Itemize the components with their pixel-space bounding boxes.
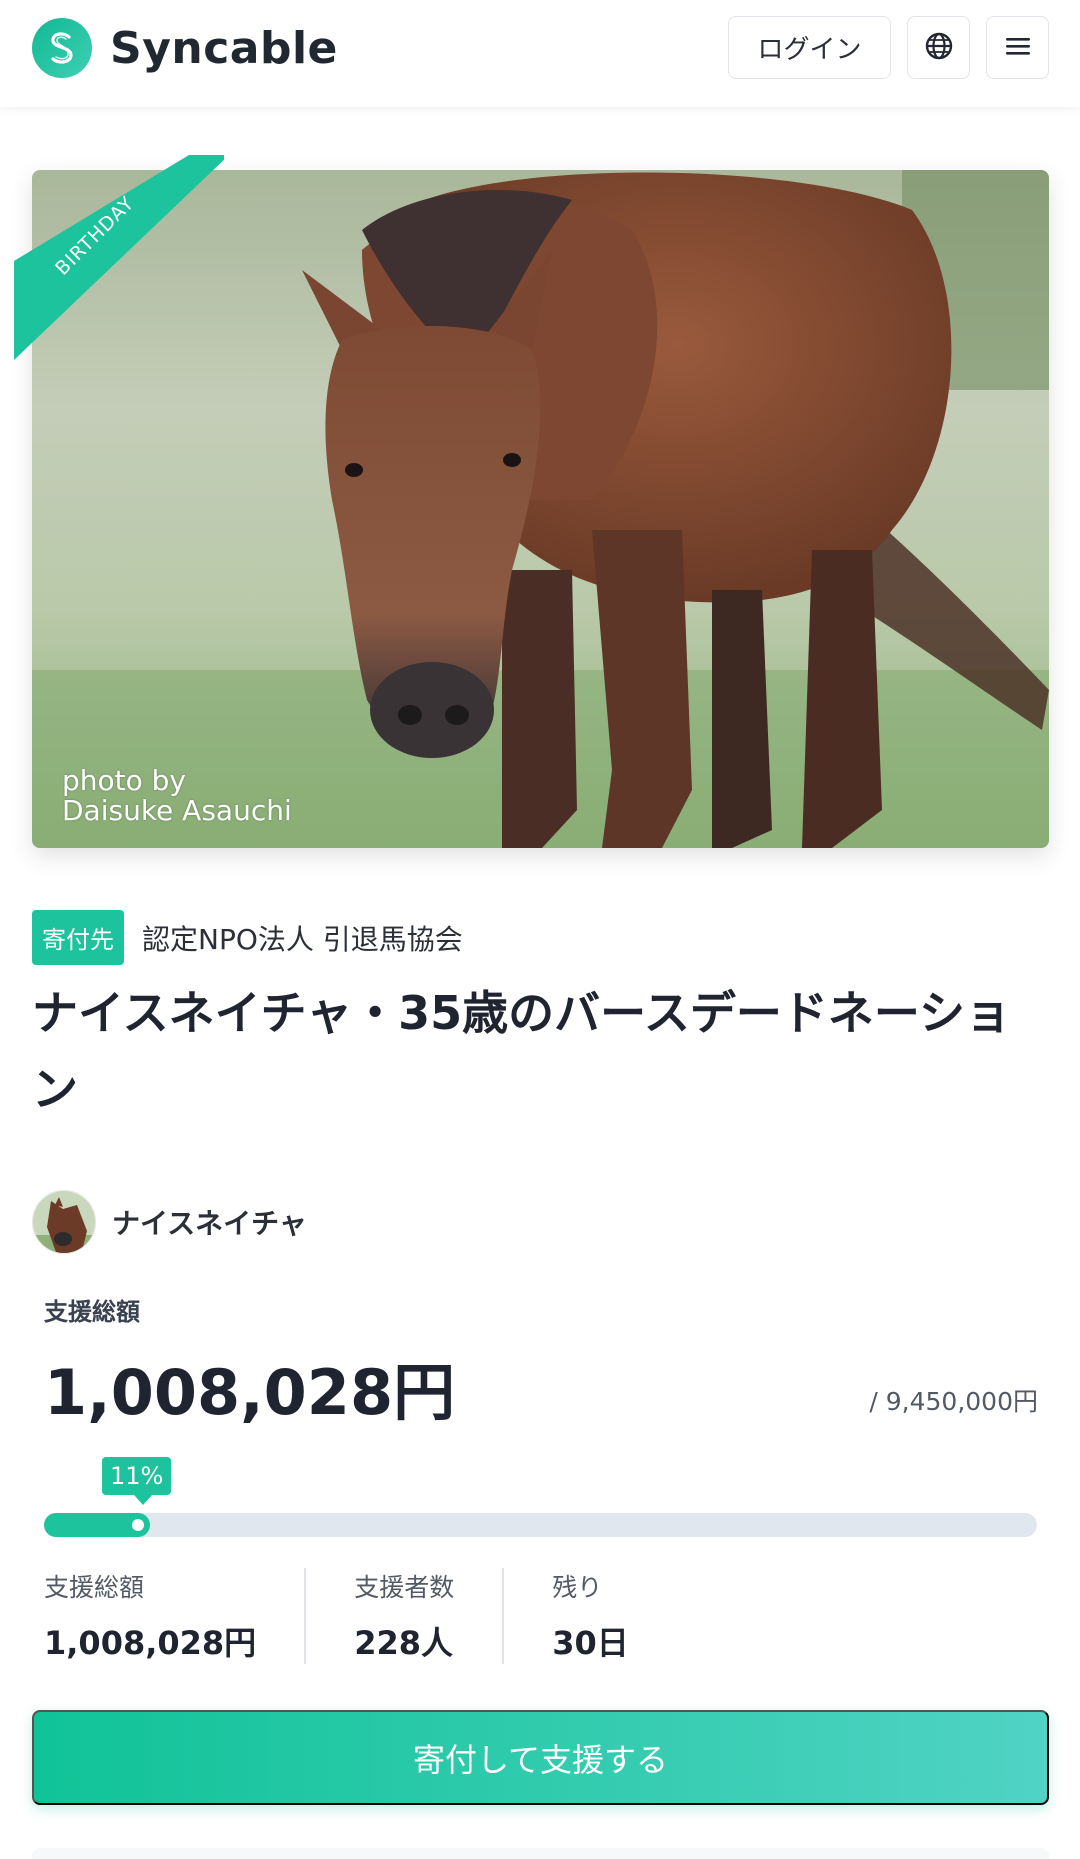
stat-supporters: 支援者数 228人 (304, 1568, 502, 1664)
donate-button[interactable]: 寄付して支援する (32, 1710, 1049, 1805)
language-button[interactable] (907, 16, 970, 79)
brand-name: Syncable (110, 22, 338, 74)
stat-value: 30日 (552, 1624, 629, 1662)
photo-credit: photo by Daisuke Asauchi (62, 766, 292, 826)
photo-credit-line2: Daisuke Asauchi (62, 794, 292, 827)
photo-credit-line1: photo by (62, 764, 187, 797)
birthday-ribbon: BIRTHDAY (14, 155, 229, 365)
stat-total: 支援総額 1,008,028円 (44, 1568, 304, 1664)
next-section-edge (32, 1848, 1049, 1859)
stat-label: 残り (552, 1573, 603, 1602)
stat-value: 1,008,028円 (44, 1624, 257, 1662)
login-button[interactable]: ログイン (728, 16, 891, 79)
progress-percent-badge: 11% (102, 1457, 172, 1505)
globe-icon (924, 31, 954, 64)
owner-name: ナイスネイチャ (112, 1207, 307, 1240)
total-label: 支援総額 (44, 1298, 140, 1326)
stat-label: 支援総額 (44, 1573, 145, 1602)
stat-value: 228人 (354, 1624, 453, 1662)
site-header: Syncable ログイン (0, 0, 1080, 107)
logo-mark-icon (32, 18, 92, 78)
stat-label: 支援者数 (354, 1573, 455, 1602)
total-amount: 1,008,028円 (44, 1356, 456, 1429)
recipient-name[interactable]: 認定NPO法人 引退馬協会 (142, 918, 463, 958)
recipient-badge: 寄付先 (32, 910, 124, 965)
hamburger-menu-icon (1005, 35, 1031, 60)
stats-row: 支援総額 1,008,028円 支援者数 228人 残り 30日 (44, 1568, 677, 1664)
progress-bar (44, 1513, 1037, 1537)
menu-button[interactable] (986, 16, 1049, 79)
stat-remaining: 残り 30日 (502, 1568, 677, 1664)
avatar (32, 1190, 96, 1254)
campaign-owner[interactable]: ナイスネイチャ (32, 1190, 307, 1254)
goal-amount: / 9,450,000円 (869, 1387, 1038, 1416)
syncable-logo[interactable]: Syncable (32, 18, 338, 78)
recipient-row: 寄付先 認定NPO法人 引退馬協会 (32, 910, 463, 965)
campaign-title: ナイスネイチャ・35歳のバースデードネーション (32, 986, 1011, 1116)
